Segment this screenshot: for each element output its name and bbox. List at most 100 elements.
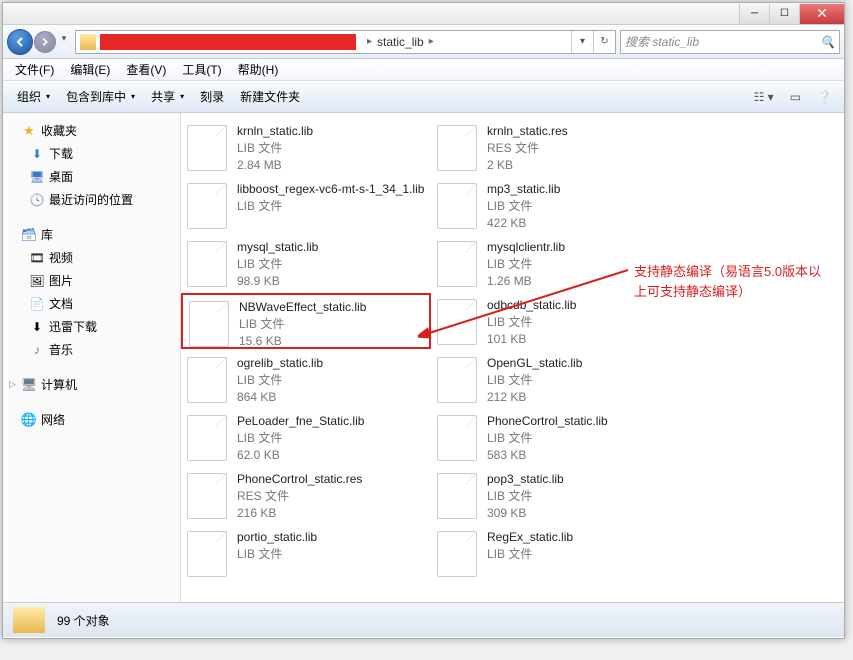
file-item[interactable]: OpenGL_static.lib LIB 文件 212 KB (431, 351, 681, 407)
preview-pane-button[interactable]: ▭ (784, 87, 807, 107)
sidebar-network[interactable]: 🌐网络 (3, 408, 180, 431)
file-icon (189, 301, 229, 347)
forward-button[interactable] (34, 31, 56, 53)
file-name: mp3_static.lib (487, 181, 560, 198)
file-size: 62.0 KB (237, 447, 364, 464)
search-placeholder: 搜索 static_lib (625, 33, 699, 50)
file-icon (187, 241, 227, 287)
menu-edit[interactable]: 编辑(E) (62, 59, 118, 80)
menu-view[interactable]: 查看(V) (118, 59, 174, 80)
file-item[interactable]: mp3_static.lib LIB 文件 422 KB (431, 177, 681, 233)
file-icon (437, 531, 477, 577)
file-type: RES 文件 (487, 140, 568, 157)
burn-button[interactable]: 刻录 (192, 84, 232, 109)
file-icon (187, 415, 227, 461)
file-icon (187, 473, 227, 519)
file-info: NBWaveEffect_static.lib LIB 文件 15.6 KB (239, 299, 366, 343)
file-name: mysql_static.lib (237, 239, 318, 256)
sidebar-item-music[interactable]: ♪音乐 (3, 338, 180, 361)
sidebar-item-downloads[interactable]: ⬇下载 (3, 142, 180, 165)
share-button[interactable]: 共享 (143, 84, 192, 109)
computer-icon: 🖥 (21, 377, 37, 393)
star-icon: ★ (21, 123, 37, 139)
file-name: krnln_static.lib (237, 123, 313, 140)
close-button[interactable]: ✕ (799, 4, 844, 24)
maximize-button[interactable]: ☐ (769, 4, 799, 24)
back-button[interactable] (7, 29, 33, 55)
organize-button[interactable]: 组织 (9, 84, 58, 109)
file-item[interactable]: krnln_static.lib LIB 文件 2.84 MB (181, 119, 431, 175)
file-type: LIB 文件 (237, 430, 364, 447)
sidebar-item-videos[interactable]: 🎞视频 (3, 246, 180, 269)
file-name: pop3_static.lib (487, 471, 564, 488)
file-item[interactable]: odbcdb_static.lib LIB 文件 101 KB (431, 293, 681, 349)
file-type: LIB 文件 (237, 140, 313, 157)
file-item[interactable]: libboost_regex-vc6-mt-s-1_34_1.lib LIB 文… (181, 177, 431, 233)
download-icon: ⬇ (29, 319, 45, 335)
file-item[interactable]: portio_static.lib LIB 文件 (181, 525, 431, 581)
addressbar[interactable]: ▸ static_lib ▸ ▾ ↻ (75, 30, 616, 54)
redacted-path (100, 34, 356, 50)
file-size: 101 KB (487, 331, 576, 348)
menu-file[interactable]: 文件(F) (7, 59, 62, 80)
toolbar: 组织 包含到库中 共享 刻录 新建文件夹 ☷ ▾ ▭ ❔ (3, 81, 844, 113)
sidebar-item-pictures[interactable]: 🖼图片 (3, 269, 180, 292)
file-item[interactable]: ogrelib_static.lib LIB 文件 864 KB (181, 351, 431, 407)
file-item[interactable]: pop3_static.lib LIB 文件 309 KB (431, 467, 681, 523)
file-info: PhoneCortrol_static.lib LIB 文件 583 KB (487, 413, 608, 461)
menubar: 文件(F) 编辑(E) 查看(V) 工具(T) 帮助(H) (3, 59, 844, 81)
menu-help[interactable]: 帮助(H) (230, 59, 287, 80)
file-type: LIB 文件 (237, 372, 323, 389)
sidebar-item-xunlei[interactable]: ⬇迅雷下载 (3, 315, 180, 338)
newfolder-button[interactable]: 新建文件夹 (232, 84, 308, 109)
file-item[interactable]: NBWaveEffect_static.lib LIB 文件 15.6 KB (181, 293, 431, 349)
file-info: OpenGL_static.lib LIB 文件 212 KB (487, 355, 582, 403)
file-item[interactable]: PhoneCortrol_static.res RES 文件 216 KB (181, 467, 431, 523)
statusbar: 99 个对象 (3, 602, 844, 637)
search-icon[interactable]: 🔍 (820, 35, 835, 49)
file-info: PhoneCortrol_static.res RES 文件 216 KB (237, 471, 362, 519)
sidebar-computer[interactable]: ▷🖥计算机 (3, 373, 180, 396)
path-separator-icon: ▸ (424, 36, 439, 47)
file-item[interactable]: RegEx_static.lib LIB 文件 (431, 525, 681, 581)
file-type: LIB 文件 (487, 372, 582, 389)
file-item[interactable]: PeLoader_fne_Static.lib LIB 文件 62.0 KB (181, 409, 431, 465)
sidebar-libraries[interactable]: 🗃库 (3, 223, 180, 246)
menu-tools[interactable]: 工具(T) (174, 59, 229, 80)
file-icon (437, 415, 477, 461)
view-options-button[interactable]: ☷ ▾ (748, 87, 780, 107)
refresh-button[interactable]: ↻ (593, 31, 615, 53)
file-name: PhoneCortrol_static.lib (487, 413, 608, 430)
network-icon: 🌐 (21, 412, 37, 428)
file-size: 422 KB (487, 215, 560, 232)
file-item[interactable]: krnln_static.res RES 文件 2 KB (431, 119, 681, 175)
file-info: mp3_static.lib LIB 文件 422 KB (487, 181, 560, 229)
sidebar-item-documents[interactable]: 📄文档 (3, 292, 180, 315)
file-info: odbcdb_static.lib LIB 文件 101 KB (487, 297, 576, 345)
help-button[interactable]: ❔ (811, 87, 838, 107)
sidebar-item-recent[interactable]: 🕓最近访问的位置 (3, 188, 180, 211)
navbar: ▾ ▸ static_lib ▸ ▾ ↻ 搜索 static_lib 🔍 (3, 25, 844, 59)
include-button[interactable]: 包含到库中 (58, 84, 143, 109)
file-size: 583 KB (487, 447, 608, 464)
sidebar-favorites[interactable]: ★收藏夹 (3, 119, 180, 142)
file-item[interactable]: mysql_static.lib LIB 文件 98.9 KB (181, 235, 431, 291)
file-name: mysqlclientr.lib (487, 239, 565, 256)
file-icon (437, 241, 477, 287)
search-input[interactable]: 搜索 static_lib 🔍 (620, 30, 840, 54)
content-area: ★收藏夹 ⬇下载 🖥桌面 🕓最近访问的位置 🗃库 🎞视频 🖼图片 📄文档 ⬇迅雷… (3, 113, 844, 602)
file-item[interactable]: mysqlclientr.lib LIB 文件 1.26 MB (431, 235, 681, 291)
library-icon: 🗃 (21, 227, 37, 243)
music-icon: ♪ (29, 342, 45, 358)
file-size: 216 KB (237, 505, 362, 522)
addr-dropdown[interactable]: ▾ (571, 31, 593, 53)
nav-history-dropdown[interactable]: ▾ (57, 29, 71, 49)
breadcrumb-item[interactable]: static_lib (377, 35, 424, 49)
file-size: 309 KB (487, 505, 564, 522)
file-pane[interactable]: krnln_static.lib LIB 文件 2.84 MB libboost… (181, 113, 844, 602)
minimize-button[interactable]: ─ (739, 4, 769, 24)
sidebar-item-desktop[interactable]: 🖥桌面 (3, 165, 180, 188)
file-icon (187, 183, 227, 229)
file-name: OpenGL_static.lib (487, 355, 582, 372)
file-item[interactable]: PhoneCortrol_static.lib LIB 文件 583 KB (431, 409, 681, 465)
